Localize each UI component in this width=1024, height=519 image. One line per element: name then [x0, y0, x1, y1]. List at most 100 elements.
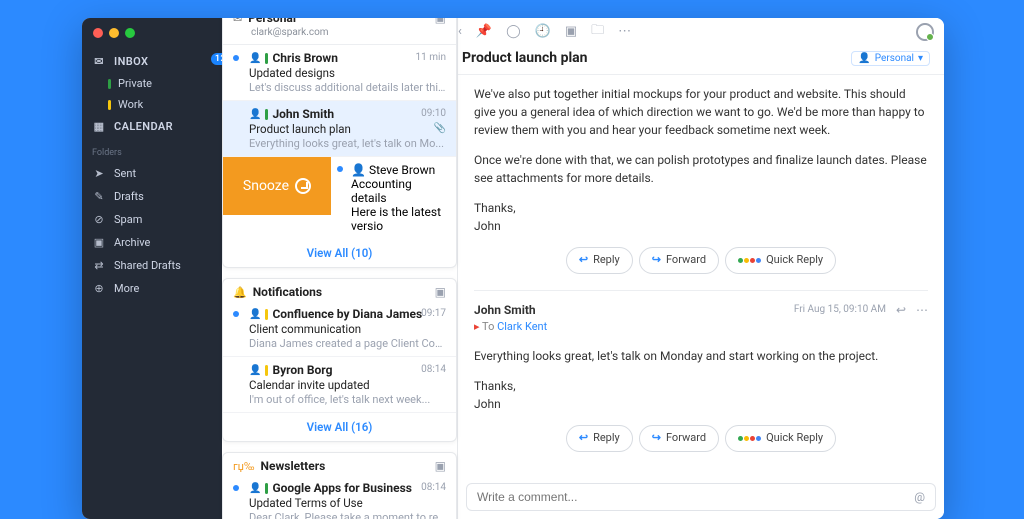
message-meta: Fri Aug 15, 09:10 AM ↩ ⋯ — [794, 301, 928, 319]
sidebar-item-sent[interactable]: ➤ Sent — [82, 162, 222, 185]
message-header: John Smith ▸ To Clark Kent Fri Aug 15, 0… — [474, 290, 928, 336]
body-signoff: Thanks, — [474, 199, 928, 217]
sidebar-item-inbox[interactable]: ✉ INBOX 12 — [82, 50, 222, 73]
mail-item[interactable]: 👤 Confluence by Diana James 09:17 Client… — [223, 301, 456, 357]
notifications-title: Notifications — [253, 285, 322, 299]
account-bar — [265, 309, 268, 320]
spam-label: Spam — [114, 213, 142, 226]
quick-reply-button[interactable]: Quick Reply — [725, 425, 836, 452]
message-actions: ↩ Reply ↪ Forward Quick Reply — [474, 425, 928, 452]
mail-sender: Google Apps for Business — [272, 481, 411, 495]
mail-preview: Here is the latest versio — [351, 205, 446, 233]
account-bar — [265, 483, 268, 494]
people-icon: 👤 — [249, 53, 261, 64]
message-date: Fri Aug 15, 09:10 AM — [794, 302, 886, 317]
mail-subject: Updated designs — [249, 66, 446, 80]
sidebar-item-drafts[interactable]: ✎ Drafts — [82, 185, 222, 208]
drafts-label: Drafts — [114, 190, 144, 203]
sidebar-item-work[interactable]: Work — [82, 94, 222, 115]
person-icon: 👤 — [858, 53, 870, 64]
reply-button[interactable]: ↩ Reply — [566, 247, 633, 274]
sidebar-item-private[interactable]: Private — [82, 73, 222, 94]
mail-time: 11 min — [416, 52, 446, 63]
quick-reply-button[interactable]: Quick Reply — [725, 247, 836, 274]
inbox-card-personal: ✉ Personal ▣ clark@spark.com 👤 Chris Bro… — [222, 18, 457, 268]
comment-composer: @ — [466, 483, 936, 511]
sidebar-item-archive[interactable]: ▣ Archive — [82, 231, 222, 254]
body-signoff: Thanks, — [474, 377, 928, 395]
snooze-button[interactable]: Snooze — [223, 157, 331, 215]
mail-sender: Confluence by Diana James — [272, 307, 422, 321]
view-all-personal[interactable]: View All (10) — [223, 239, 456, 267]
snooze-toolbar-button[interactable]: 🕘 — [535, 24, 551, 39]
mail-icon: ✉ — [233, 18, 242, 25]
body-signature: John — [474, 217, 928, 235]
folders-heading: Folders — [82, 140, 222, 160]
mail-preview: Everything looks great, let's talk on Mo… — [249, 137, 446, 150]
forward-button[interactable]: ↪ Forward — [639, 425, 719, 452]
account-avatar[interactable] — [916, 23, 934, 41]
attachment-icon: 📎 — [434, 123, 446, 134]
forward-button[interactable]: ↪ Forward — [639, 247, 719, 274]
mail-item[interactable]: 👤 Google Apps for Business 08:14 Updated… — [223, 475, 456, 519]
app-window: ✉ INBOX 12 Private Work ▦ CALENDAR Folde… — [82, 18, 944, 519]
quick-reply-label: Quick Reply — [766, 430, 823, 447]
view-all-notifications[interactable]: View All (16) — [223, 413, 456, 441]
reply-button[interactable]: ↩ Reply — [566, 425, 633, 452]
mark-read-button[interactable]: ◯ — [506, 24, 521, 39]
personal-card-header: ✉ Personal ▣ — [223, 18, 456, 27]
notifications-card-header: 🔔 Notifications ▣ — [223, 279, 456, 301]
archive-button[interactable]: ▣ — [565, 24, 577, 39]
mail-item[interactable]: 👤 Chris Brown 11 min Updated designs Let… — [223, 45, 456, 101]
body-paragraph: Once we're done with that, we can polish… — [474, 151, 928, 187]
unread-dot — [233, 55, 239, 61]
sidebar-item-spam[interactable]: ⊘ Spam — [82, 208, 222, 231]
back-button[interactable]: ‹ — [458, 24, 462, 39]
sidebar-item-shared-drafts[interactable]: ⇄ Shared Drafts — [82, 254, 222, 277]
quick-reply-label: Quick Reply — [766, 252, 823, 269]
archive-icon: ▣ — [92, 236, 106, 249]
archive-all-button[interactable]: ▣ — [435, 18, 446, 25]
personal-card-address: clark@spark.com — [223, 27, 456, 45]
mention-button[interactable]: @ — [914, 490, 925, 504]
sidebar-item-calendar[interactable]: ▦ CALENDAR — [82, 115, 222, 138]
more-menu-button[interactable]: ⋯ — [618, 24, 631, 39]
close-window-button[interactable] — [93, 28, 103, 38]
comment-input[interactable] — [477, 490, 914, 504]
people-icon: 👤 — [249, 309, 261, 320]
message-to: ▸ To Clark Kent — [474, 319, 547, 336]
sent-icon: ➤ — [92, 167, 106, 180]
to-recipient[interactable]: Clark Kent — [497, 320, 547, 333]
message-actions: ↩ Reply ↪ Forward Quick Reply — [474, 247, 928, 274]
account-pill[interactable]: 👤 Personal ▾ — [851, 51, 930, 66]
mail-sender: Chris Brown — [272, 51, 337, 65]
mail-item-snooze-swipe: Snooze 👤 Steve Brown Accounting details … — [223, 157, 456, 239]
mail-sender: Byron Borg — [272, 363, 332, 377]
unread-dot — [337, 166, 343, 172]
maximize-window-button[interactable] — [125, 28, 135, 38]
subject-row: Product launch plan 👤 Personal ▾ — [458, 46, 944, 75]
minimize-window-button[interactable] — [109, 28, 119, 38]
message-more-button[interactable]: ⋯ — [916, 301, 928, 319]
mail-item[interactable]: 👤 John Smith 09:10 📎 Product launch plan… — [223, 101, 456, 157]
archive-all-button[interactable]: ▣ — [435, 459, 446, 473]
mail-subject: Updated Terms of Use — [249, 496, 446, 510]
people-icon: 👤 — [249, 109, 261, 120]
reply-icon-button[interactable]: ↩ — [896, 301, 906, 319]
folder-button[interactable]: 🗀 — [591, 21, 604, 43]
unread-dot — [233, 485, 239, 491]
unread-dot — [233, 311, 239, 317]
archive-all-button[interactable]: ▣ — [435, 285, 446, 299]
mail-preview: Diana James created a page Client Com... — [249, 337, 446, 350]
mail-item[interactable]: 👤 Byron Borg 08:14 Calendar invite updat… — [223, 357, 456, 413]
sidebar-item-more[interactable]: ⊕ More — [82, 277, 222, 300]
shared-icon: ⇄ — [92, 259, 106, 272]
calendar-label: CALENDAR — [114, 120, 173, 133]
mail-item[interactable]: 👤 Steve Brown Accounting details Here is… — [331, 157, 456, 239]
mail-time: 08:14 — [421, 482, 446, 493]
reply-icon: ↩ — [579, 430, 588, 447]
more-label: More — [114, 282, 139, 295]
account-bar — [265, 365, 268, 376]
body-paragraph: We've also put together initial mockups … — [474, 85, 928, 139]
pin-button[interactable]: 📌 — [476, 24, 492, 39]
